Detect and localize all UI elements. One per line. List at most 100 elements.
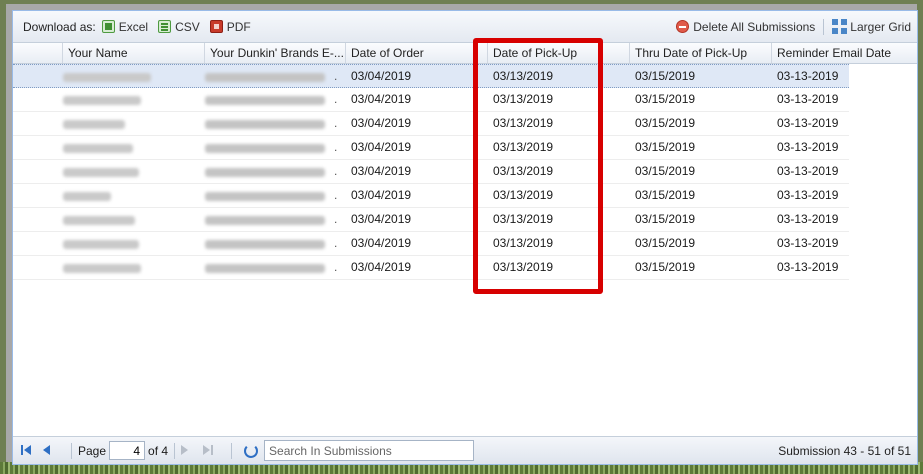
header-row-numberer xyxy=(13,43,63,63)
next-page-icon xyxy=(181,444,189,455)
cell-date-of-order: 03/04/2019 xyxy=(351,116,412,130)
redacted-name xyxy=(63,96,141,105)
email-ellipsis: . xyxy=(334,140,338,154)
header-reminder-email-date[interactable]: Reminder Email Date xyxy=(772,43,919,63)
pager-separator xyxy=(174,442,176,459)
toolbar-separator xyxy=(823,18,825,35)
table-row[interactable]: . 03/04/2019 03/13/2019 03/15/2019 03-13-201… xyxy=(13,232,849,256)
excel-icon xyxy=(101,20,115,33)
redacted-name xyxy=(63,192,111,201)
email-ellipsis: . xyxy=(334,188,338,202)
cell-reminder-email-date: 03-13-2019 xyxy=(777,164,839,178)
table-row[interactable]: . 03/04/2019 03/13/2019 03/15/2019 03-13-201… xyxy=(13,160,849,184)
last-page-button[interactable] xyxy=(203,444,217,458)
toolbar-right: Delete All Submissions Larger Grid xyxy=(676,18,917,35)
email-ellipsis: . xyxy=(334,212,338,226)
redacted-name xyxy=(63,120,125,129)
redacted-email xyxy=(205,144,325,153)
cell-date-of-order: 03/04/2019 xyxy=(351,69,412,83)
larger-grid-label: Larger Grid xyxy=(850,19,911,34)
email-ellipsis: . xyxy=(334,92,338,106)
table-row[interactable]: . 03/04/2019 03/13/2019 03/15/2019 03-13-201… xyxy=(13,88,849,112)
email-ellipsis: . xyxy=(334,69,338,83)
cell-date-of-order: 03/04/2019 xyxy=(351,92,412,106)
cell-date-of-pickup: 03/13/2019 xyxy=(493,188,554,202)
cell-thru-date-of-pickup: 03/15/2019 xyxy=(635,164,696,178)
cell-thru-date-of-pickup: 03/15/2019 xyxy=(635,188,696,202)
excel-label: Excel xyxy=(118,19,149,34)
cell-date-of-pickup: 03/13/2019 xyxy=(493,116,554,130)
redacted-name xyxy=(63,216,135,225)
cell-thru-date-of-pickup: 03/15/2019 xyxy=(635,92,696,106)
first-page-button[interactable] xyxy=(21,444,35,458)
header-email[interactable]: Your Dunkin' Brands E-... xyxy=(205,43,346,63)
cell-date-of-order: 03/04/2019 xyxy=(351,236,412,250)
cell-reminder-email-date: 03-13-2019 xyxy=(777,69,839,83)
header-date-of-order[interactable]: Date of Order xyxy=(346,43,488,63)
header-thru-date-of-pickup[interactable]: Thru Date of Pick-Up xyxy=(630,43,772,63)
next-page-button[interactable] xyxy=(181,444,195,458)
redacted-name xyxy=(63,264,141,273)
header-date-of-pickup[interactable]: Date of Pick-Up xyxy=(488,43,630,63)
previous-page-icon xyxy=(43,444,50,455)
delete-icon xyxy=(676,20,690,33)
download-excel-button[interactable]: Excel xyxy=(101,19,149,34)
redacted-email xyxy=(205,120,325,129)
email-ellipsis: . xyxy=(334,236,338,250)
refresh-icon[interactable] xyxy=(244,443,259,458)
table-row[interactable]: . 03/04/2019 03/13/2019 03/15/2019 03-13-201… xyxy=(13,256,849,280)
cell-date-of-order: 03/04/2019 xyxy=(351,188,412,202)
redacted-email xyxy=(205,192,325,201)
cell-date-of-order: 03/04/2019 xyxy=(351,260,412,274)
cell-thru-date-of-pickup: 03/15/2019 xyxy=(635,212,696,226)
pager-separator xyxy=(231,442,233,459)
redacted-email xyxy=(205,168,325,177)
redacted-name xyxy=(63,240,139,249)
redacted-email xyxy=(205,96,325,105)
cell-date-of-pickup: 03/13/2019 xyxy=(493,164,554,178)
download-csv-button[interactable]: CSV xyxy=(158,20,200,34)
email-ellipsis: . xyxy=(334,164,338,178)
table-row[interactable]: . 03/04/2019 03/13/2019 03/15/2019 03-13-201… xyxy=(13,184,849,208)
redacted-name xyxy=(63,168,139,177)
redacted-email xyxy=(205,73,325,82)
table-row[interactable]: . 03/04/2019 03/13/2019 03/15/2019 03-13-201… xyxy=(13,112,849,136)
cell-thru-date-of-pickup: 03/15/2019 xyxy=(635,116,696,130)
cell-thru-date-of-pickup: 03/15/2019 xyxy=(635,69,696,83)
cell-reminder-email-date: 03-13-2019 xyxy=(777,212,839,226)
search-input[interactable] xyxy=(264,440,475,461)
redacted-email xyxy=(205,216,325,225)
cell-date-of-order: 03/04/2019 xyxy=(351,164,412,178)
page-label: Page xyxy=(78,443,107,458)
cell-thru-date-of-pickup: 03/15/2019 xyxy=(635,140,696,154)
cell-date-of-order: 03/04/2019 xyxy=(351,140,412,154)
pager-separator xyxy=(71,442,72,459)
cell-reminder-email-date: 03-13-2019 xyxy=(777,92,839,106)
cell-date-of-pickup: 03/13/2019 xyxy=(493,92,554,106)
pdf-icon xyxy=(209,20,223,33)
previous-page-button[interactable] xyxy=(43,444,57,458)
cell-reminder-email-date: 03-13-2019 xyxy=(777,260,839,274)
email-ellipsis: . xyxy=(334,260,338,274)
pdf-label: PDF xyxy=(226,19,251,34)
table-row[interactable]: . 03/04/2019 03/13/2019 03/15/2019 03-13-201… xyxy=(13,136,849,160)
redacted-email xyxy=(205,264,325,273)
cell-reminder-email-date: 03-13-2019 xyxy=(777,236,839,250)
header-your-name[interactable]: Your Name xyxy=(63,43,205,63)
csv-icon xyxy=(158,20,172,33)
delete-all-label: Delete All Submissions xyxy=(693,19,816,34)
page-number-input[interactable] xyxy=(109,441,146,460)
table-row[interactable]: . 03/04/2019 03/13/2019 03/15/2019 03-13-201… xyxy=(13,64,849,88)
cell-reminder-email-date: 03-13-2019 xyxy=(777,140,839,154)
page-count: of 4 xyxy=(148,443,169,458)
csv-label: CSV xyxy=(175,19,200,34)
download-pdf-button[interactable]: PDF xyxy=(209,19,251,34)
submissions-panel: Download as: Excel CSV PDF Delete All Su… xyxy=(12,10,918,465)
larger-grid-button[interactable]: Larger Grid xyxy=(832,19,911,34)
redacted-name xyxy=(63,144,133,153)
table-row[interactable]: . 03/04/2019 03/13/2019 03/15/2019 03-13-201… xyxy=(13,208,849,232)
grid-header: Your Name Your Dunkin' Brands E-... Date… xyxy=(13,43,917,64)
email-ellipsis: . xyxy=(334,116,338,130)
cell-thru-date-of-pickup: 03/15/2019 xyxy=(635,236,696,250)
delete-all-submissions-button[interactable]: Delete All Submissions xyxy=(676,20,815,34)
